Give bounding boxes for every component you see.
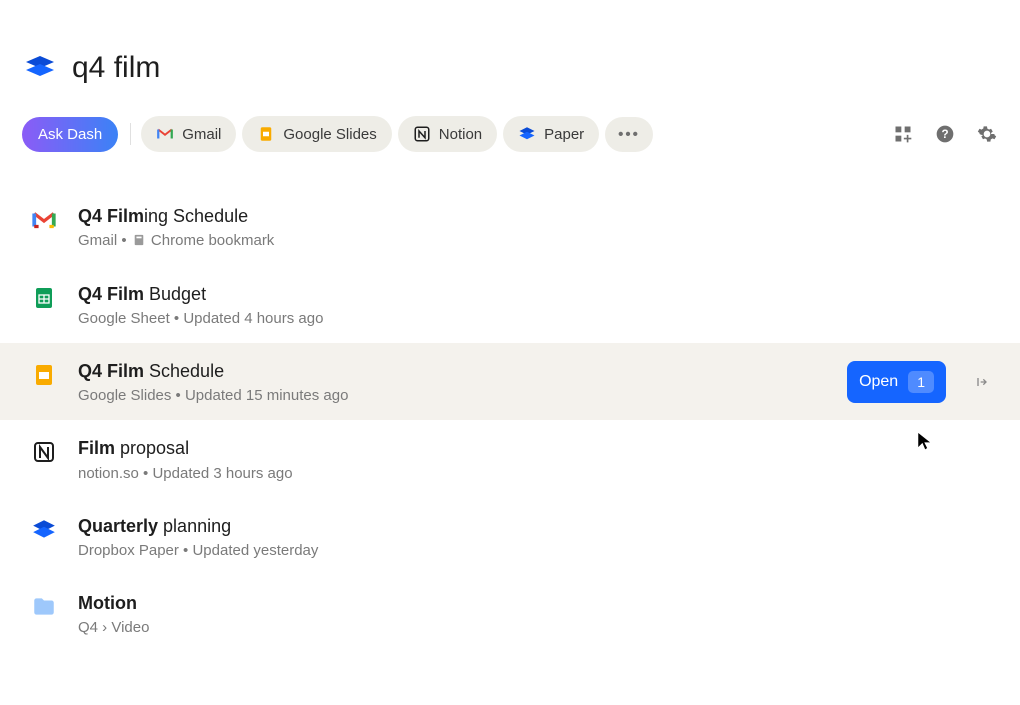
result-title: Q4 Film Budget (78, 282, 992, 306)
filter-chip-more[interactable]: ••• (605, 117, 653, 152)
result-meta: Google Sheet • Updated 4 hours ago (78, 310, 992, 327)
help-icon[interactable]: ? (934, 123, 956, 145)
result-row[interactable]: Q4 Filming Schedule Gmail • Chrome bookm… (0, 188, 1020, 266)
settings-icon[interactable] (976, 123, 998, 145)
filter-chip-google-slides[interactable]: Google Slides (242, 116, 391, 152)
result-row[interactable]: Q4 Film Schedule Google Slides • Updated… (0, 343, 1020, 420)
result-title: Q4 Film Schedule (78, 359, 827, 383)
gmail-icon (156, 125, 174, 143)
result-row[interactable]: Quarterly planning Dropbox Paper • Updat… (0, 498, 1020, 575)
more-icon: ••• (618, 126, 640, 143)
result-meta: Dropbox Paper • Updated yesterday (78, 542, 992, 559)
gmail-icon (30, 206, 58, 234)
google-sheets-icon (30, 284, 58, 312)
search-query[interactable]: q4 film (72, 51, 160, 85)
bookmark-icon (133, 233, 145, 250)
result-title: Motion (78, 591, 992, 615)
result-title: Q4 Filming Schedule (78, 204, 992, 228)
chip-label: Gmail (182, 126, 221, 143)
result-title: Film proposal (78, 436, 992, 460)
search-header: q4 film (0, 0, 1020, 116)
open-button[interactable]: Open 1 (847, 361, 946, 403)
open-button-badge: 1 (908, 371, 934, 393)
dropbox-paper-icon (518, 125, 536, 143)
chip-label: Notion (439, 126, 482, 143)
chip-label: Paper (544, 126, 584, 143)
filter-chip-notion[interactable]: Notion (398, 116, 497, 152)
filter-toolbar: Ask Dash Gmail Google Slides Not (0, 116, 1020, 152)
result-meta: Google Slides • Updated 15 minutes ago (78, 387, 827, 404)
folder-icon (30, 593, 58, 621)
utility-icons: ? (892, 123, 998, 145)
dropbox-paper-icon (30, 516, 58, 544)
result-row[interactable]: Motion Q4 › Video (0, 575, 1020, 652)
notion-icon (30, 438, 58, 466)
result-meta: Gmail • Chrome bookmark (78, 232, 992, 250)
result-meta: notion.so • Updated 3 hours ago (78, 465, 992, 482)
open-external-icon[interactable] (972, 374, 992, 390)
results-list: Q4 Filming Schedule Gmail • Chrome bookm… (0, 188, 1020, 652)
result-meta: Q4 › Video (78, 619, 992, 636)
ask-dash-button[interactable]: Ask Dash (22, 117, 118, 152)
open-button-label: Open (859, 373, 898, 391)
notion-icon (413, 125, 431, 143)
filter-chip-paper[interactable]: Paper (503, 116, 599, 152)
chip-label: Google Slides (283, 126, 376, 143)
add-app-icon[interactable] (892, 123, 914, 145)
divider (130, 123, 131, 145)
dropbox-logo-icon (22, 50, 58, 86)
filter-chip-gmail[interactable]: Gmail (141, 116, 236, 152)
result-row[interactable]: Film proposal notion.so • Updated 3 hour… (0, 420, 1020, 497)
google-slides-icon (257, 125, 275, 143)
svg-text:?: ? (941, 128, 948, 141)
google-slides-icon (30, 361, 58, 389)
result-title: Quarterly planning (78, 514, 992, 538)
result-row[interactable]: Q4 Film Budget Google Sheet • Updated 4 … (0, 266, 1020, 343)
